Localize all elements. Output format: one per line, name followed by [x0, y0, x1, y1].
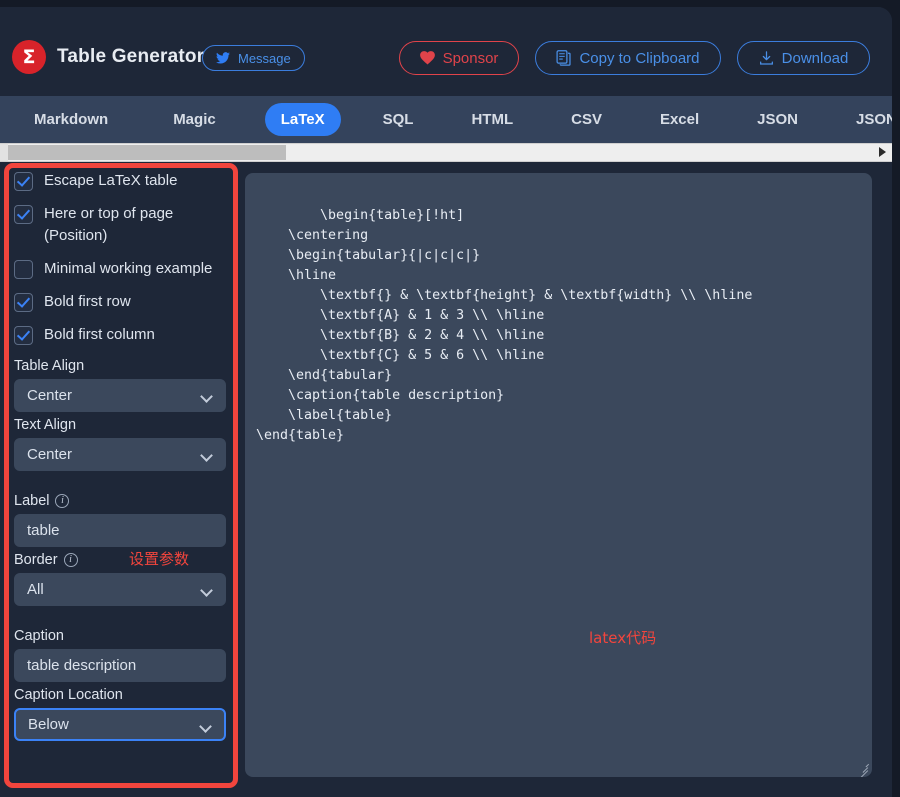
settings-annotation-label: 设置参数 [129, 550, 190, 568]
checkbox-label: Here or top of page (Position) [44, 205, 174, 244]
field-label-text: Text Align [14, 416, 77, 433]
field-value: Below [28, 715, 69, 733]
horizontal-scrollbar[interactable] [0, 143, 892, 162]
field-label: Table Align [14, 358, 228, 374]
checkbox-checked-icon[interactable] [14, 326, 33, 346]
checkbox-row[interactable]: Bold first row [14, 291, 228, 313]
input-caption[interactable]: table description [14, 648, 226, 682]
info-icon[interactable]: i [55, 493, 70, 508]
heart-icon [419, 51, 435, 65]
content-area: 设置参数 latex代码 Escape LaTeX table Here or t… [0, 162, 892, 797]
download-button[interactable]: Download [737, 41, 870, 75]
format-tabs: Markdown Magic LaTeX SQL HTML CSV Excel JSON JSO… [0, 96, 892, 143]
field-value: Center [27, 386, 73, 404]
field-label: Label i [14, 493, 228, 509]
field-value: All [27, 580, 44, 598]
scrollbar-right-arrow-icon[interactable] [879, 147, 886, 157]
checkbox-checked-icon[interactable] [14, 172, 33, 191]
field-label-text: Caption Location [14, 686, 123, 703]
checkbox-label: Bold first column [44, 326, 155, 344]
app-card: Σ Table Generator Message Sponsor Copy t… [0, 7, 892, 797]
tab-magic[interactable]: Magic [157, 103, 232, 136]
download-icon [759, 50, 774, 66]
checkbox-checked-icon[interactable] [14, 205, 33, 225]
sponsor-button-label: Sponsor [442, 49, 499, 67]
sigma-logo-icon: Σ [12, 40, 46, 74]
download-button-label: Download [781, 49, 849, 67]
checkbox-label: Escape LaTeX table [44, 172, 178, 189]
tab-excel[interactable]: Excel [644, 103, 715, 136]
field-label-text: Table Align [14, 357, 85, 374]
brand: Σ Table Generator [12, 40, 204, 74]
scrollbar-track-left[interactable] [0, 144, 8, 161]
chevron-down-icon [200, 583, 213, 597]
scrollbar-thumb[interactable] [8, 145, 286, 160]
checkbox-unchecked-icon[interactable] [14, 259, 33, 279]
field-label-text: Label [14, 492, 50, 509]
code-annotation-label: latex代码 [589, 629, 657, 647]
field-value: table description [27, 656, 137, 674]
field-label-text: Caption [14, 627, 64, 644]
latex-code-text: \begin{table}[!ht] \centering \begin{tab… [256, 208, 753, 443]
tab-sql[interactable]: SQL [367, 103, 430, 136]
chevron-down-icon [200, 389, 213, 403]
checkbox-checked-icon[interactable] [14, 293, 33, 313]
input-label[interactable]: table [14, 513, 226, 547]
info-icon[interactable]: i [63, 552, 78, 567]
select-border[interactable]: All [14, 572, 226, 606]
checkbox-row[interactable]: Here or top of page (Position) [14, 203, 228, 246]
field-label: Caption [14, 628, 228, 644]
clipboard-icon [556, 50, 572, 66]
tab-json[interactable]: JSON [741, 103, 814, 136]
checkbox-label: Bold first row [44, 293, 131, 311]
field-label: Caption Location [14, 687, 228, 703]
copy-to-clipboard-label: Copy to Clipboard [579, 49, 700, 67]
tab-csv[interactable]: CSV [555, 103, 618, 136]
app-title: Table Generator [57, 46, 205, 67]
field-label-text: Border [14, 551, 58, 568]
twitter-icon [216, 52, 230, 64]
select-caption-location[interactable]: Below [14, 707, 226, 741]
message-button-label: Message [238, 50, 291, 66]
textarea-resize-handle[interactable] [856, 761, 869, 777]
field-label: Border i [14, 552, 228, 568]
chevron-down-icon [200, 448, 213, 462]
tab-markdown[interactable]: Markdown [18, 103, 124, 136]
select-table-align[interactable]: Center [14, 378, 226, 412]
checkbox-row[interactable]: Escape LaTeX table [14, 170, 228, 191]
app-window: Σ Table Generator Message Sponsor Copy t… [0, 0, 900, 797]
checkbox-row[interactable]: Minimal working example [14, 258, 228, 279]
field-label: Text Align [14, 417, 228, 433]
message-button[interactable]: Message [202, 45, 305, 71]
select-text-align[interactable]: Center [14, 437, 226, 471]
options-sidebar: Escape LaTeX table Here or top of page (P… [14, 170, 228, 746]
sponsor-button[interactable]: Sponsor [399, 41, 519, 75]
checkbox-label: Minimal working example [44, 259, 213, 277]
tab-jsonlines[interactable]: JSONLines [840, 103, 892, 136]
app-header: Σ Table Generator Message Sponsor Copy t… [0, 7, 892, 96]
checkbox-row[interactable]: Bold first column [14, 324, 228, 346]
copy-to-clipboard-button[interactable]: Copy to Clipboard [535, 41, 721, 75]
field-value: Center [27, 445, 73, 463]
chevron-down-icon [199, 719, 212, 733]
field-value: table [27, 521, 60, 539]
tab-latex[interactable]: LaTeX [264, 103, 341, 136]
tab-html[interactable]: HTML [455, 103, 529, 136]
latex-output-textarea[interactable]: \begin{table}[!ht] \centering \begin{tab… [245, 173, 872, 777]
